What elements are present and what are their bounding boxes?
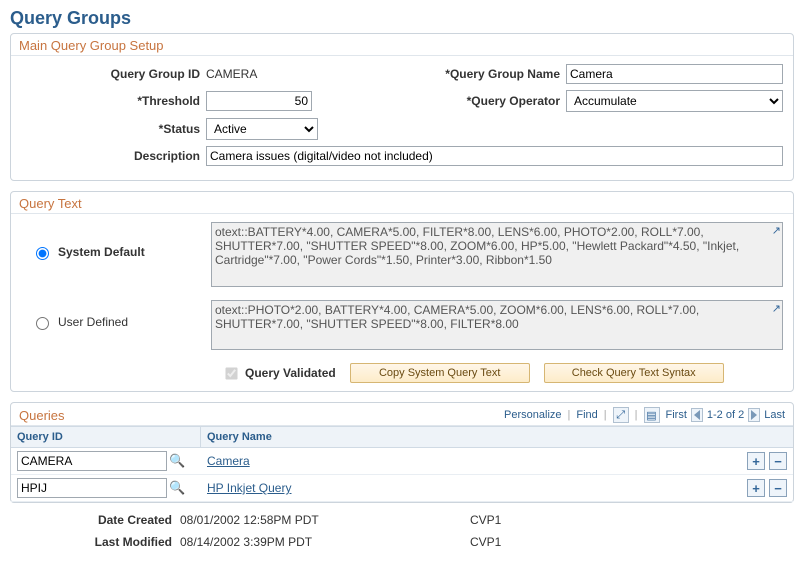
pager-prev-icon[interactable]	[691, 408, 703, 422]
footer-date-created: Date Created 08/01/2002 12:58PM PDT CVP1	[10, 513, 794, 527]
input-query-id[interactable]	[17, 478, 167, 498]
pager-range: 1-2 of 2	[707, 409, 744, 421]
section-title-query-text: Query Text	[11, 192, 793, 214]
checkbox-query-validated	[225, 367, 237, 379]
add-row-button[interactable]: +	[747, 452, 765, 470]
pager-last[interactable]: Last	[764, 409, 785, 421]
link-query-name[interactable]: HP Inkjet Query	[207, 481, 747, 495]
expand-icon[interactable]: ↗	[772, 224, 781, 237]
link-query-name[interactable]: Camera	[207, 454, 747, 468]
query-text-section: Query Text System Default otext::BATTERY…	[10, 191, 794, 392]
label-description: Description	[21, 149, 206, 163]
label-threshold: *Threshold	[21, 94, 206, 108]
label-query-validated: Query Validated	[245, 366, 336, 380]
textarea-system-default[interactable]: otext::BATTERY*4.00, CAMERA*5.00, FILTER…	[211, 222, 783, 287]
find-link[interactable]: Find	[576, 409, 597, 421]
radio-system-default[interactable]	[36, 247, 49, 260]
label-date-created: Date Created	[10, 513, 180, 527]
select-query-operator[interactable]: Accumulate	[566, 90, 783, 112]
check-query-syntax-button[interactable]: Check Query Text Syntax	[544, 363, 724, 383]
input-description[interactable]	[206, 146, 783, 166]
select-status[interactable]: Active	[206, 118, 318, 140]
radio-user-defined[interactable]	[36, 317, 49, 330]
label-system-default: System Default	[58, 245, 145, 259]
pager-next-icon[interactable]	[748, 408, 760, 422]
add-row-button[interactable]: +	[747, 479, 765, 497]
input-query-group-name[interactable]	[566, 64, 783, 84]
zoom-icon[interactable]: ⤢	[613, 407, 629, 423]
label-query-operator: *Query Operator	[406, 94, 566, 108]
label-query-group-name: *Query Group Name	[406, 67, 566, 81]
grid-icon[interactable]: ▤	[644, 407, 660, 423]
section-title-main: Main Query Group Setup	[11, 34, 793, 56]
textarea-user-defined[interactable]: otext::PHOTO*2.00, BATTERY*4.00, CAMERA*…	[211, 300, 783, 350]
column-query-id[interactable]: Query ID	[11, 427, 201, 447]
label-status: *Status	[21, 122, 206, 136]
lookup-icon[interactable]: 🔍	[169, 453, 185, 469]
main-setup-section: Main Query Group Setup Query Group ID CA…	[10, 33, 794, 181]
page-title: Query Groups	[10, 8, 794, 29]
table-row: 🔍 HP Inkjet Query + −	[11, 475, 793, 502]
value-date-created: 08/01/2002 12:58PM PDT	[180, 513, 410, 527]
section-title-queries: Queries	[19, 408, 65, 423]
label-query-group-id: Query Group ID	[21, 67, 206, 81]
column-query-name[interactable]: Query Name	[201, 427, 793, 447]
value-last-modified-user: CVP1	[410, 535, 794, 549]
expand-icon[interactable]: ↗	[772, 302, 781, 315]
footer-last-modified: Last Modified 08/14/2002 3:39PM PDT CVP1	[10, 535, 794, 549]
label-last-modified: Last Modified	[10, 535, 180, 549]
copy-system-query-button[interactable]: Copy System Query Text	[350, 363, 530, 383]
grid-toolbar: Personalize | Find | ⤢ | ▤ First 1-2 of …	[504, 407, 785, 423]
delete-row-button[interactable]: −	[769, 452, 787, 470]
value-last-modified: 08/14/2002 3:39PM PDT	[180, 535, 410, 549]
personalize-link[interactable]: Personalize	[504, 409, 561, 421]
pager-first[interactable]: First	[666, 409, 687, 421]
input-query-id[interactable]	[17, 451, 167, 471]
delete-row-button[interactable]: −	[769, 479, 787, 497]
lookup-icon[interactable]: 🔍	[169, 480, 185, 496]
value-query-group-id: CAMERA	[206, 67, 406, 81]
input-threshold[interactable]	[206, 91, 312, 111]
value-date-created-user: CVP1	[410, 513, 794, 527]
label-user-defined: User Defined	[58, 315, 128, 329]
table-row: 🔍 Camera + −	[11, 448, 793, 475]
queries-section: Queries Personalize | Find | ⤢ | ▤ First…	[10, 402, 794, 503]
